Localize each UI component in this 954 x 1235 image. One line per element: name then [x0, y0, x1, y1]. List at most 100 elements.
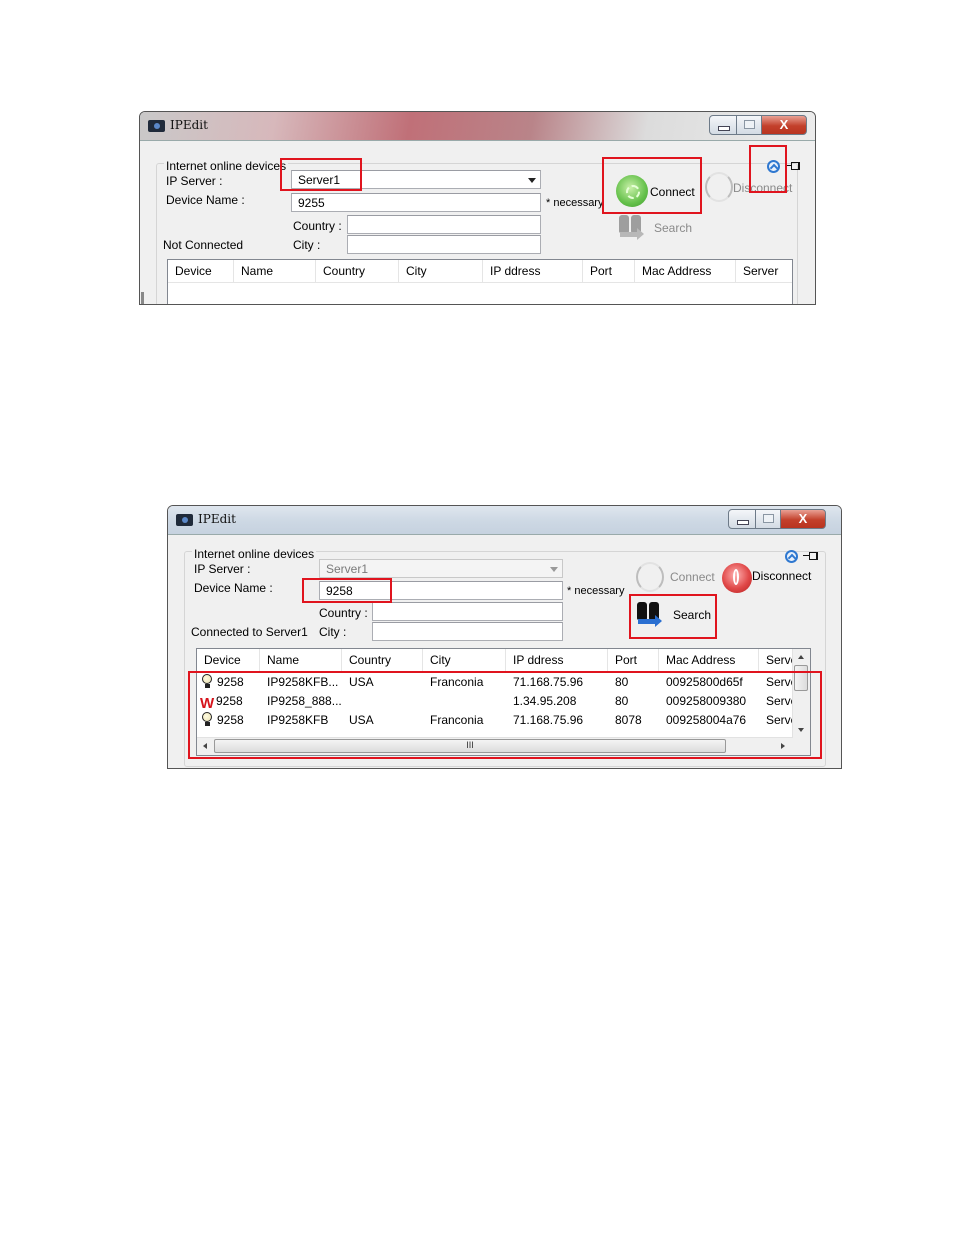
table-header: Device Name Country City IP ddress Port …: [197, 649, 810, 672]
scroll-right-arrow-icon[interactable]: [781, 743, 785, 749]
col-name[interactable]: Name: [234, 260, 316, 282]
cell-ip: 71.168.75.96: [513, 713, 584, 727]
connect-button[interactable]: Connect: [614, 173, 704, 209]
chevron-down-icon[interactable]: [550, 567, 558, 572]
scroll-left-arrow-icon[interactable]: [203, 743, 207, 749]
col-port[interactable]: Port: [583, 260, 635, 282]
collapse-up-icon[interactable]: [785, 550, 798, 563]
maximize-button[interactable]: [755, 509, 781, 529]
ipedit-window-not-connected: IPEdit X Internet online devices IP Serv…: [139, 111, 816, 305]
connect-button[interactable]: Connect: [634, 561, 719, 595]
scroll-corner: [793, 738, 810, 755]
cell-mac: 00925800d65f: [666, 675, 743, 689]
minimize-button[interactable]: [728, 509, 756, 529]
scroll-down-arrow-icon[interactable]: [798, 728, 804, 732]
col-port[interactable]: Port: [608, 649, 659, 671]
cell-port: 8078: [615, 713, 642, 727]
city-input[interactable]: [372, 622, 563, 641]
cell-country: USA: [349, 675, 374, 689]
country-input[interactable]: [372, 602, 563, 621]
cell-port: 80: [615, 694, 629, 708]
maximize-button[interactable]: [736, 115, 762, 135]
horizontal-scroll-thumb[interactable]: III: [214, 739, 726, 753]
search-button[interactable]: Search: [633, 599, 713, 633]
window-client-area: Internet online devices IP Server : Serv…: [168, 534, 841, 768]
binoculars-icon: [618, 213, 644, 241]
maximize-icon: [744, 120, 755, 129]
disconnect-button[interactable]: Disconnect: [721, 561, 821, 595]
cell-server: Serve: [766, 713, 793, 727]
horizontal-scrollbar[interactable]: III: [197, 737, 793, 755]
close-button[interactable]: X: [780, 509, 826, 529]
pin-icon[interactable]: [785, 161, 800, 171]
cell-country: [342, 692, 423, 711]
search-label: Search: [673, 608, 712, 622]
connection-status: Connected to Server1: [191, 625, 308, 639]
device-name-input[interactable]: 9258: [319, 581, 563, 600]
vertical-scroll-thumb[interactable]: [794, 665, 808, 691]
connect-disabled-icon: [636, 562, 664, 592]
ip-server-dropdown[interactable]: Server1: [291, 170, 541, 189]
city-input[interactable]: [347, 235, 541, 254]
search-label: Search: [654, 221, 693, 235]
col-ip-address[interactable]: IP ddress: [483, 260, 583, 282]
col-city[interactable]: City: [423, 649, 506, 671]
chevron-down-icon[interactable]: [528, 178, 536, 183]
city-label: City :: [319, 625, 347, 639]
col-device[interactable]: Device: [168, 260, 234, 282]
bulb-icon: [201, 712, 214, 727]
title-bar[interactable]: IPEdit X: [140, 112, 815, 140]
close-icon: X: [779, 117, 789, 132]
vertical-scrollbar[interactable]: [792, 649, 810, 738]
group-label: Internet online devices: [164, 159, 289, 173]
binoculars-icon: [636, 600, 662, 628]
devices-table[interactable]: Device Name Country City IP ddress Port …: [196, 648, 811, 756]
close-icon: X: [798, 511, 808, 526]
table-row[interactable]: 9258 IP9258KFB USA Franconia 71.168.75.9…: [197, 711, 810, 730]
search-button[interactable]: Search: [616, 211, 696, 245]
col-city[interactable]: City: [399, 260, 483, 282]
ip-server-value: Server1: [326, 562, 369, 576]
disconnect-disabled-icon: [705, 172, 733, 202]
country-label: Country :: [319, 606, 368, 620]
table-row[interactable]: 9258 IP9258KFB... USA Franconia 71.168.7…: [197, 673, 810, 692]
scroll-up-arrow-icon[interactable]: [798, 655, 804, 659]
col-device[interactable]: Device: [197, 649, 260, 671]
app-camera-icon: [176, 514, 193, 526]
collapse-up-icon[interactable]: [767, 160, 780, 173]
col-country[interactable]: Country: [342, 649, 423, 671]
col-country[interactable]: Country: [316, 260, 399, 282]
minimize-button[interactable]: [709, 115, 737, 135]
device-name-value: 9258: [326, 584, 353, 598]
col-mac-address[interactable]: Mac Address: [635, 260, 736, 282]
cell-name: IP9258KFB: [267, 713, 329, 727]
disconnect-red-icon: [722, 563, 752, 593]
country-input[interactable]: [347, 215, 541, 234]
device-name-label: Device Name :: [166, 193, 245, 207]
table-header: Device Name Country City IP ddress Port …: [168, 260, 792, 283]
title-bar[interactable]: IPEdit X: [168, 506, 841, 534]
cell-server: Serve: [766, 694, 793, 708]
col-server[interactable]: Serve: [759, 649, 793, 671]
connect-label: Connect: [670, 570, 715, 584]
window-title: IPEdit: [198, 512, 236, 526]
ip-server-dropdown[interactable]: Server1: [319, 559, 563, 578]
window-client-area: Internet online devices IP Server : Serv…: [140, 140, 815, 304]
table-row[interactable]: W 9258 IP9258_888... 1.34.95.208 80 00925…: [197, 692, 810, 711]
group-label: Internet online devices: [192, 547, 317, 561]
window-edge: [141, 292, 144, 304]
close-button[interactable]: X: [761, 115, 807, 135]
window-title: IPEdit: [170, 118, 208, 132]
col-name[interactable]: Name: [260, 649, 342, 671]
devices-table[interactable]: Device Name Country City IP ddress Port …: [167, 259, 793, 304]
connection-status: Not Connected: [163, 238, 244, 252]
col-ip-address[interactable]: IP ddress: [506, 649, 608, 671]
col-server[interactable]: Server: [736, 260, 792, 282]
pin-icon[interactable]: [803, 551, 818, 561]
cell-name: IP9258_888...: [267, 694, 342, 708]
device-name-value: 9255: [298, 196, 325, 210]
disconnect-button[interactable]: Disconnect: [703, 171, 793, 205]
device-name-input[interactable]: 9255: [291, 193, 541, 212]
col-mac-address[interactable]: Mac Address: [659, 649, 759, 671]
app-camera-icon: [148, 120, 165, 132]
